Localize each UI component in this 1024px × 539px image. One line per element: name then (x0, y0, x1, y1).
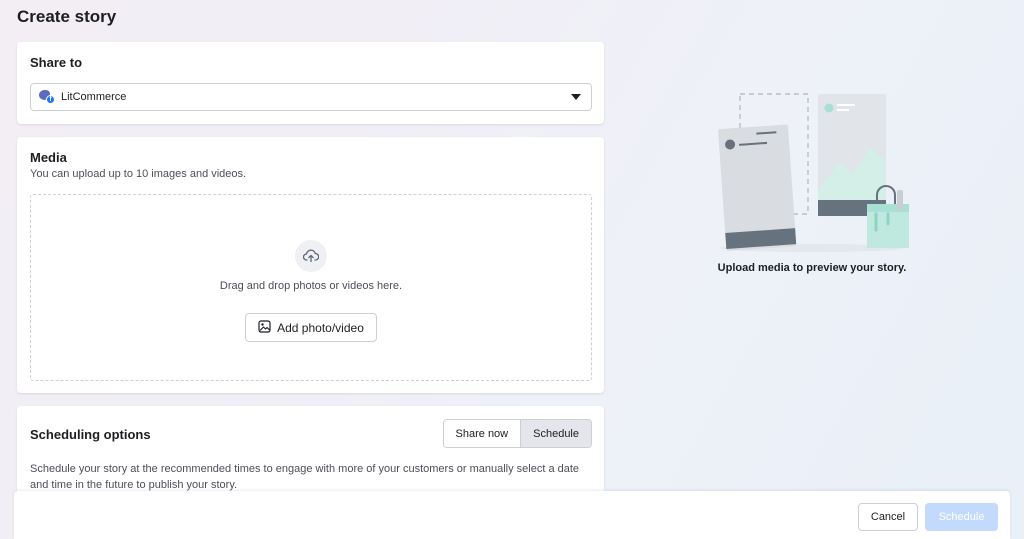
share-to-card: Share to f LitCommerce (17, 42, 604, 124)
story-preview-illustration (712, 90, 912, 257)
share-to-heading: Share to (30, 55, 83, 70)
schedule-option[interactable]: Schedule (520, 420, 591, 447)
share-now-option[interactable]: Share now (443, 420, 521, 447)
photo-icon (258, 319, 271, 336)
schedule-submit-button[interactable]: Schedule (925, 503, 998, 531)
media-heading: Media (30, 150, 67, 165)
page-title: Create story (17, 7, 117, 26)
scheduling-heading: Scheduling options (30, 427, 151, 442)
preview-caption: Upload media to preview your story. (717, 262, 907, 274)
cancel-button[interactable]: Cancel (858, 503, 918, 531)
media-card: Media You can upload up to 10 images and… (17, 137, 604, 393)
litcommerce-facebook-icon: f (39, 90, 55, 104)
caret-down-icon (571, 94, 581, 100)
media-dropzone[interactable]: Drag and drop photos or videos here. Add… (30, 194, 592, 381)
account-dropdown[interactable]: f LitCommerce (30, 83, 592, 111)
cloud-upload-icon (295, 240, 327, 272)
add-photo-video-button[interactable]: Add photo/video (245, 313, 377, 342)
scheduling-description: Schedule your story at the recommended t… (30, 463, 580, 491)
footer-bar: Cancel Schedule (14, 491, 1010, 539)
drop-text: Drag and drop photos or videos here. (219, 280, 403, 292)
add-photo-video-label: Add photo/video (277, 320, 364, 335)
media-subtitle: You can upload up to 10 images and video… (30, 168, 247, 180)
schedule-mode-toggle: Share now Schedule (442, 419, 592, 448)
account-name: LitCommerce (61, 91, 127, 103)
